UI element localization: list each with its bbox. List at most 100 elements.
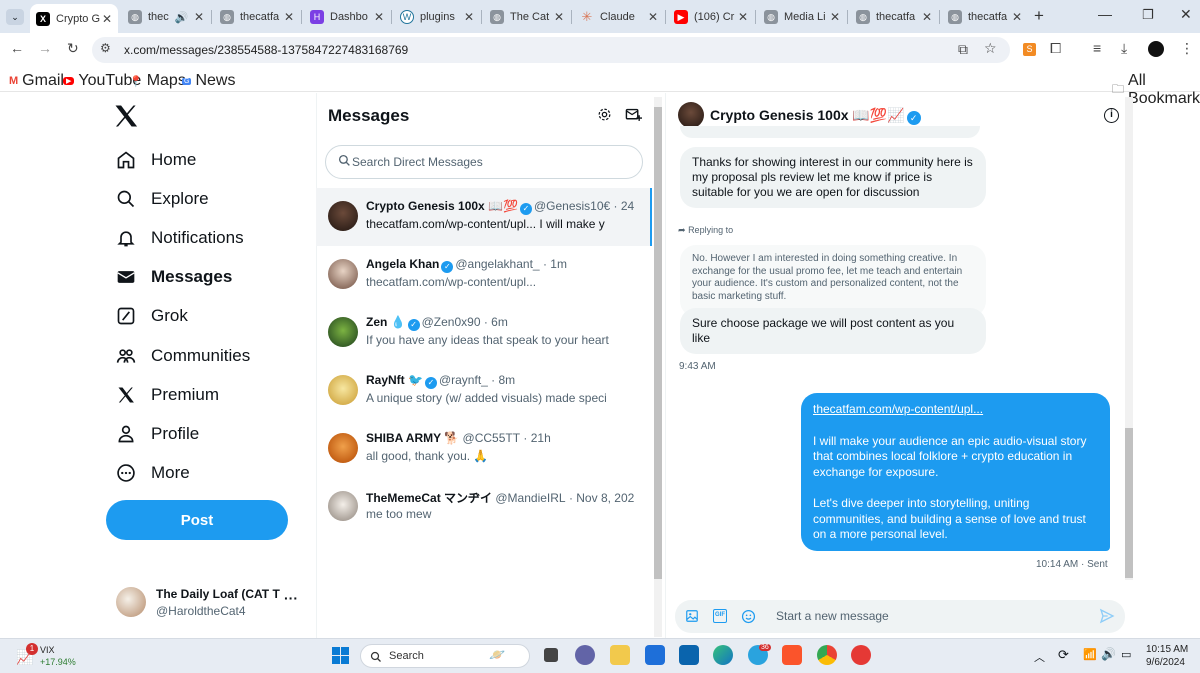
- bookmark-maps[interactable]: 📍 Maps: [129, 72, 186, 90]
- close-tab-icon[interactable]: ✕: [1012, 10, 1022, 24]
- url-text[interactable]: x.com/messages/238554588-137584722748316…: [124, 43, 408, 57]
- outgoing-message[interactable]: thecatfam.com/wp-content/upl... I will m…: [801, 393, 1110, 551]
- close-tab-icon[interactable]: ✕: [374, 10, 384, 24]
- nav-premium[interactable]: Premium: [116, 385, 219, 405]
- nav-notifications[interactable]: Notifications: [116, 228, 244, 248]
- close-tab-icon[interactable]: ✕: [648, 10, 658, 24]
- site-info-icon[interactable]: ⚙: [100, 41, 111, 55]
- close-tab-icon[interactable]: ✕: [554, 10, 564, 24]
- mail-app-icon[interactable]: [679, 645, 699, 665]
- quoted-message[interactable]: No. However I am interested in doing som…: [680, 245, 986, 317]
- close-window-button[interactable]: ✕: [1180, 6, 1192, 23]
- forward-icon[interactable]: →: [38, 40, 52, 56]
- profile-avatar[interactable]: [1148, 41, 1164, 57]
- message-link[interactable]: thecatfam.com/wp-content/upl...: [813, 402, 1098, 418]
- avatar[interactable]: [678, 102, 704, 128]
- conversation-item[interactable]: Angela Khan ✓ @angelakhant_ · 1m thecatfam…: [316, 246, 652, 304]
- teams-icon[interactable]: [575, 645, 595, 665]
- tab-0[interactable]: X Crypto G ✕: [30, 4, 118, 33]
- tab-2[interactable]: ◍ thecatfa ✕: [214, 5, 300, 29]
- battery-icon[interactable]: ▭: [1121, 648, 1131, 661]
- volume-icon[interactable]: 🔊: [1101, 647, 1116, 661]
- download-icon[interactable]: ⤓: [1121, 40, 1127, 57]
- incoming-message[interactable]: Sure choose package we will post content…: [680, 308, 986, 354]
- conversation-item[interactable]: Zen 💧 ✓ @Zen0x90 · 6m If you have any idea…: [316, 304, 652, 362]
- reading-list-icon[interactable]: ≡: [1093, 40, 1101, 56]
- nav-more[interactable]: More: [116, 463, 190, 483]
- clock-time[interactable]: 10:15 AM: [1146, 644, 1188, 655]
- nav-profile[interactable]: Profile: [116, 424, 199, 444]
- app-red-icon[interactable]: [851, 645, 871, 665]
- install-app-icon[interactable]: ⧉: [958, 41, 968, 58]
- extension-orange-icon[interactable]: S: [1023, 43, 1036, 56]
- extensions-icon[interactable]: ⧠: [1050, 40, 1061, 57]
- send-icon[interactable]: [1099, 608, 1115, 629]
- tray-chevron-icon[interactable]: ︿: [1034, 649, 1045, 665]
- tab-search-button[interactable]: ⌄: [6, 9, 24, 25]
- speaker-icon[interactable]: 🔊: [175, 11, 189, 24]
- bookmark-news[interactable]: G News: [182, 72, 235, 90]
- conversation-item[interactable]: RayNft 🐦 ✓ @raynft_ · 8m A unique story (w…: [316, 362, 652, 420]
- new-message-icon[interactable]: [625, 106, 642, 128]
- info-icon[interactable]: i: [1104, 108, 1119, 123]
- brave-icon[interactable]: [782, 645, 802, 665]
- menu-kebab-icon[interactable]: ⋮: [1180, 40, 1194, 57]
- gif-icon[interactable]: GIF: [713, 609, 727, 623]
- file-explorer-icon[interactable]: [610, 645, 630, 665]
- tab-4[interactable]: W plugins ✕: [394, 5, 480, 29]
- tab-8[interactable]: ◍ Media Li ✕: [758, 5, 846, 29]
- conversation-time: · 6m: [483, 315, 508, 329]
- wifi-icon[interactable]: 📶: [1083, 648, 1097, 661]
- account-switcher[interactable]: The Daily Loaf (CAT T @HaroldtheCat4 ···: [112, 584, 302, 622]
- new-tab-button[interactable]: +: [1034, 6, 1044, 26]
- emoji-icon[interactable]: [741, 609, 756, 629]
- windows-start-icon[interactable]: [332, 647, 349, 664]
- store-icon[interactable]: [645, 645, 665, 665]
- tab-10[interactable]: ◍ thecatfa ✕: [942, 5, 1028, 29]
- reload-icon[interactable]: ↻: [67, 40, 79, 57]
- tab-6[interactable]: ✳ Claude ✕: [574, 5, 664, 29]
- tab-9[interactable]: ◍ thecatfa ✕: [850, 5, 938, 29]
- image-icon[interactable]: [685, 609, 699, 628]
- conversation-item[interactable]: Crypto Genesis 100x 📖💯✓@Genesis10€ · 24s…: [316, 188, 652, 246]
- tab-5[interactable]: ◍ The Cat ✕: [484, 5, 570, 29]
- clock-date[interactable]: 9/6/2024: [1146, 657, 1185, 668]
- bookmark-star-icon[interactable]: ☆: [984, 40, 997, 57]
- nav-explore[interactable]: Explore: [116, 189, 209, 209]
- settings-gear-icon[interactable]: [597, 107, 612, 127]
- message-input[interactable]: Start a new message: [776, 609, 889, 623]
- more-dots-icon[interactable]: ···: [284, 590, 298, 606]
- conversation-item[interactable]: SHIBA ARMY 🐕 @CC55TT · 21h all good, tha…: [316, 420, 652, 478]
- conversation-item[interactable]: TheMemeCat マンヂイ @MandieIRL · Nov 8, 2021…: [316, 478, 652, 536]
- search-dm-input[interactable]: Search Direct Messages: [325, 145, 643, 179]
- close-tab-icon[interactable]: ✕: [922, 10, 932, 24]
- widgets-stock[interactable]: 📈 1 VIX +17.94%: [14, 643, 94, 671]
- sync-icon[interactable]: ⟳: [1058, 647, 1069, 663]
- task-view-icon[interactable]: [544, 648, 558, 662]
- x-logo[interactable]: [112, 102, 140, 130]
- taskbar-search[interactable]: Search 🪐: [360, 644, 530, 668]
- back-icon[interactable]: ←: [10, 40, 24, 56]
- nav-communities[interactable]: Communities: [116, 346, 250, 366]
- close-tab-icon[interactable]: ✕: [464, 10, 474, 24]
- nav-grok[interactable]: Grok: [116, 306, 188, 326]
- chat-scrollbar-thumb[interactable]: [1125, 428, 1133, 578]
- minimize-button[interactable]: —: [1098, 6, 1112, 22]
- tab-1[interactable]: ◍ thec 🔊 ✕: [122, 5, 210, 29]
- close-tab-icon[interactable]: ✕: [830, 10, 840, 24]
- incoming-message[interactable]: Thanks for showing interest in our commu…: [680, 147, 986, 208]
- bookmark-gmail[interactable]: M Gmail: [9, 72, 64, 90]
- list-scrollbar-thumb[interactable]: [654, 107, 662, 579]
- tab-3[interactable]: H Dashbo ✕: [304, 5, 390, 29]
- edge-icon[interactable]: [713, 645, 733, 665]
- chrome-icon[interactable]: [817, 645, 837, 665]
- post-button[interactable]: Post: [106, 500, 288, 540]
- close-tab-icon[interactable]: ✕: [194, 10, 204, 24]
- nav-home[interactable]: Home: [116, 150, 196, 170]
- restore-button[interactable]: ❐: [1142, 7, 1154, 23]
- nav-messages[interactable]: Messages: [116, 267, 232, 287]
- tab-7[interactable]: ▶ (106) Cr ✕: [668, 5, 754, 29]
- close-tab-icon[interactable]: ✕: [738, 10, 748, 24]
- close-tab-icon[interactable]: ✕: [284, 10, 294, 24]
- close-tab-icon[interactable]: ✕: [102, 12, 112, 26]
